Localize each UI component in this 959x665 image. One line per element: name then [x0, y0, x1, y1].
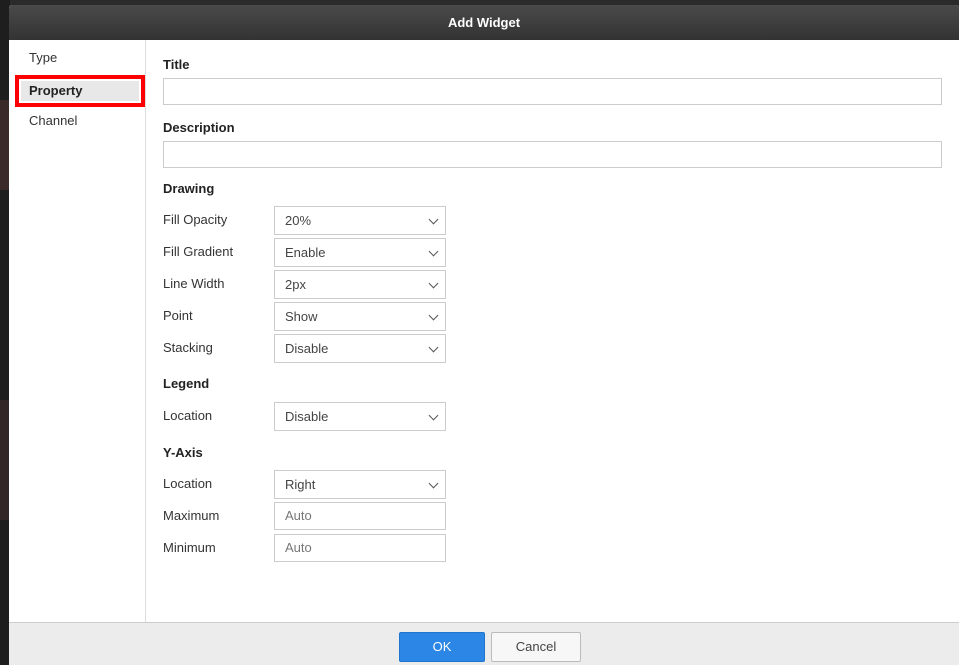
- point-value: Show: [285, 309, 318, 324]
- maximum-label: Maximum: [163, 508, 220, 523]
- stacking-select[interactable]: Disable: [274, 334, 446, 363]
- maximum-placeholder: Auto: [285, 508, 312, 523]
- y-axis-heading: Y-Axis: [163, 445, 203, 460]
- line-width-value: 2px: [285, 277, 306, 292]
- sidebar-item-channel[interactable]: Channel: [21, 111, 139, 131]
- property-panel: Title Description Drawing Fill Opacity 2…: [146, 40, 959, 622]
- stacking-value: Disable: [285, 341, 329, 356]
- chevron-down-icon: [428, 246, 439, 257]
- fill-gradient-label: Fill Gradient: [163, 244, 234, 259]
- dialog-titlebar: Add Widget: [9, 5, 959, 40]
- legend-location-label: Location: [163, 408, 213, 423]
- chevron-down-icon: [428, 478, 439, 489]
- maximum-input[interactable]: Auto: [274, 502, 446, 530]
- stacking-label: Stacking: [163, 340, 213, 355]
- dialog-title: Add Widget: [447, 15, 521, 30]
- chevron-down-icon: [428, 214, 439, 225]
- title-label: Title: [163, 57, 190, 72]
- chevron-down-icon: [428, 342, 439, 353]
- sidebar-item-type[interactable]: Type: [21, 48, 139, 68]
- fill-opacity-label: Fill Opacity: [163, 212, 228, 227]
- title-input[interactable]: [163, 78, 942, 105]
- minimum-label: Minimum: [163, 540, 216, 555]
- y-axis-location-select[interactable]: Right: [274, 470, 446, 499]
- description-input[interactable]: [163, 141, 942, 168]
- ok-button[interactable]: OK: [399, 632, 485, 662]
- cancel-button[interactable]: Cancel: [491, 632, 581, 662]
- line-width-select[interactable]: 2px: [274, 270, 446, 299]
- minimum-input[interactable]: Auto: [274, 534, 446, 562]
- line-width-label: Line Width: [163, 276, 225, 291]
- minimum-placeholder: Auto: [285, 540, 312, 555]
- fill-gradient-value: Enable: [285, 245, 326, 260]
- add-widget-dialog: Add Widget Type Property Channel Title D…: [9, 5, 959, 665]
- y-axis-location-value: Right: [285, 477, 316, 492]
- sidebar-item-property[interactable]: Property: [15, 75, 145, 107]
- chevron-down-icon: [428, 410, 439, 421]
- legend-location-value: Disable: [285, 409, 329, 424]
- chevron-down-icon: [428, 310, 439, 321]
- point-label: Point: [163, 308, 193, 323]
- sidebar: Type Property Channel: [9, 40, 146, 622]
- description-label: Description: [163, 120, 235, 135]
- y-axis-location-label: Location: [163, 476, 213, 491]
- fill-opacity-value: 20%: [285, 213, 312, 228]
- chevron-down-icon: [428, 278, 439, 289]
- drawing-heading: Drawing: [163, 181, 215, 196]
- legend-location-select[interactable]: Disable: [274, 402, 446, 431]
- legend-heading: Legend: [163, 376, 210, 391]
- dialog-footer: OK Cancel: [9, 622, 959, 665]
- fill-gradient-select[interactable]: Enable: [274, 238, 446, 267]
- fill-opacity-select[interactable]: 20%: [274, 206, 446, 235]
- point-select[interactable]: Show: [274, 302, 446, 331]
